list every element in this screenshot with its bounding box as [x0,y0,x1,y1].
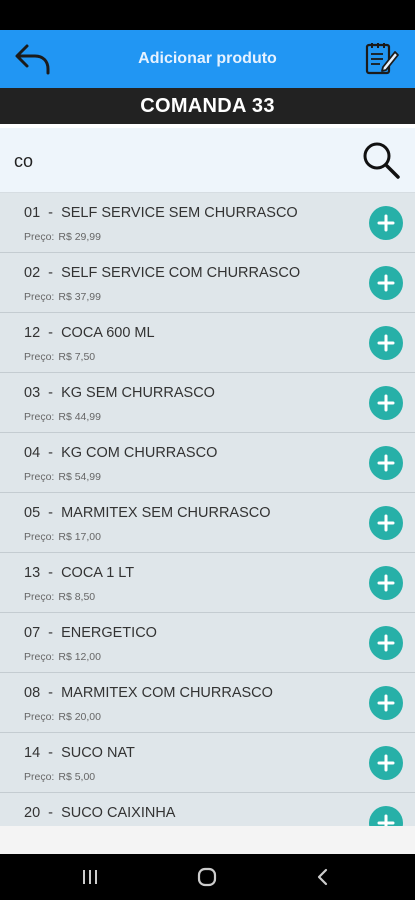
price-value: R$ 54,99 [58,471,101,483]
product-row[interactable]: 20 - SUCO CAIXINHAPreço: [0,793,415,826]
price-line: Preço: R$ 44,99 [24,411,101,423]
plus-icon [377,514,395,532]
price-line: Preço: R$ 29,99 [24,231,101,243]
product-row[interactable]: 01 - SELF SERVICE SEM CHURRASCO Preço: R$ … [0,193,415,253]
product-row[interactable]: 13 - COCA 1 LT Preço: R$ 8,50 [0,553,415,613]
price-value: R$ 5,00 [58,771,96,783]
plus-icon [377,814,395,826]
price-label: Preço: [24,591,55,603]
add-button[interactable] [369,266,403,300]
product-title: 13 - COCA 1 LT [24,565,135,581]
chevron-left-icon [317,868,328,886]
price-label: Preço: [24,291,55,303]
price-line: Preço: R$ 7,50 [24,351,95,363]
back-nav-button[interactable] [303,862,343,892]
plus-icon [377,274,395,292]
price-value: R$ 37,99 [58,291,101,303]
home-icon [197,867,217,887]
product-list: 01 - SELF SERVICE SEM CHURRASCO Preço: R$ … [0,193,415,826]
bottom-area [0,826,415,854]
price-label: Preço: [24,531,55,543]
price-label: Preço: [24,231,55,243]
product-row[interactable]: 04 - KG COM CHURRASCO Preço: R$ 54,99 [0,433,415,493]
plus-icon [377,574,395,592]
plus-icon [377,454,395,472]
price-line: Preço: R$ 54,99 [24,471,101,483]
product-title: 02 - SELF SERVICE COM CHURRASCO [24,265,301,281]
plus-icon [377,634,395,652]
plus-icon [377,394,395,412]
price-line: Preço: R$ 5,00 [24,771,95,783]
product-row[interactable]: 08 - MARMITEX COM CHURRASCO Preço: R$ 20,0… [0,673,415,733]
search-icon [363,142,400,179]
add-button[interactable] [369,386,403,420]
add-button[interactable] [369,446,403,480]
recent-apps-icon [83,870,97,884]
product-title: 03 - KG SEM CHURRASCO [24,385,215,401]
navigation-bar [0,854,415,900]
product-title: 20 - SUCO CAIXINHA [24,805,176,821]
price-line: Preço: R$ 37,99 [24,291,101,303]
price-value: R$ 44,99 [58,411,101,423]
add-button[interactable] [369,206,403,240]
add-button[interactable] [369,746,403,780]
price-value: R$ 29,99 [58,231,101,243]
product-row[interactable]: 12 - COCA 600 ML Preço: R$ 7,50 [0,313,415,373]
price-label: Preço: [24,651,55,663]
add-button[interactable] [369,686,403,720]
price-label: Preço: [24,711,55,723]
search-button[interactable] [359,138,403,182]
search-bar [0,128,415,193]
price-value: R$ 7,50 [58,351,96,363]
status-bar [0,0,415,30]
product-row[interactable]: 02 - SELF SERVICE COM CHURRASCO Preço: R$ … [0,253,415,313]
product-title: 07 - ENERGETICO [24,625,157,641]
price-value: R$ 8,50 [58,591,96,603]
price-value: R$ 20,00 [58,711,101,723]
price-label: Preço: [24,471,55,483]
search-input[interactable] [12,140,346,182]
price-value: R$ 12,00 [58,651,101,663]
product-title: 08 - MARMITEX COM CHURRASCO [24,685,273,701]
app-header: Adicionar produto [0,30,415,88]
product-title: 05 - MARMITEX SEM CHURRASCO [24,505,271,521]
notepad-pencil-icon [365,43,399,75]
price-line: Preço: R$ 12,00 [24,651,101,663]
home-button[interactable] [187,862,227,892]
plus-icon [377,334,395,352]
plus-icon [377,694,395,712]
comanda-label: COMANDA 33 [0,88,415,124]
product-title: 12 - COCA 600 ML [24,325,155,341]
price-label: Preço: [24,771,55,783]
price-line: Preço: R$ 8,50 [24,591,95,603]
price-line: Preço: R$ 20,00 [24,711,101,723]
price-value: R$ 17,00 [58,531,101,543]
product-title: 01 - SELF SERVICE SEM CHURRASCO [24,205,298,221]
product-row[interactable]: 03 - KG SEM CHURRASCO Preço: R$ 44,99 [0,373,415,433]
plus-icon [377,214,395,232]
notes-button[interactable] [359,38,403,80]
price-label: Preço: [24,351,55,363]
product-row[interactable]: 14 - SUCO NAT Preço: R$ 5,00 [0,733,415,793]
plus-icon [377,754,395,772]
add-button[interactable] [369,506,403,540]
price-label: Preço: [24,411,55,423]
add-button[interactable] [369,806,403,826]
add-button[interactable] [369,626,403,660]
add-button[interactable] [369,566,403,600]
product-row[interactable]: 05 - MARMITEX SEM CHURRASCO Preço: R$ 17,0… [0,493,415,553]
product-title: 04 - KG COM CHURRASCO [24,445,218,461]
recent-apps-button[interactable] [70,862,110,892]
product-title: 14 - SUCO NAT [24,745,135,761]
price-line: Preço: R$ 17,00 [24,531,101,543]
product-row[interactable]: 07 - ENERGETICO Preço: R$ 12,00 [0,613,415,673]
page-title: Adicionar produto [138,50,277,67]
add-button[interactable] [369,326,403,360]
